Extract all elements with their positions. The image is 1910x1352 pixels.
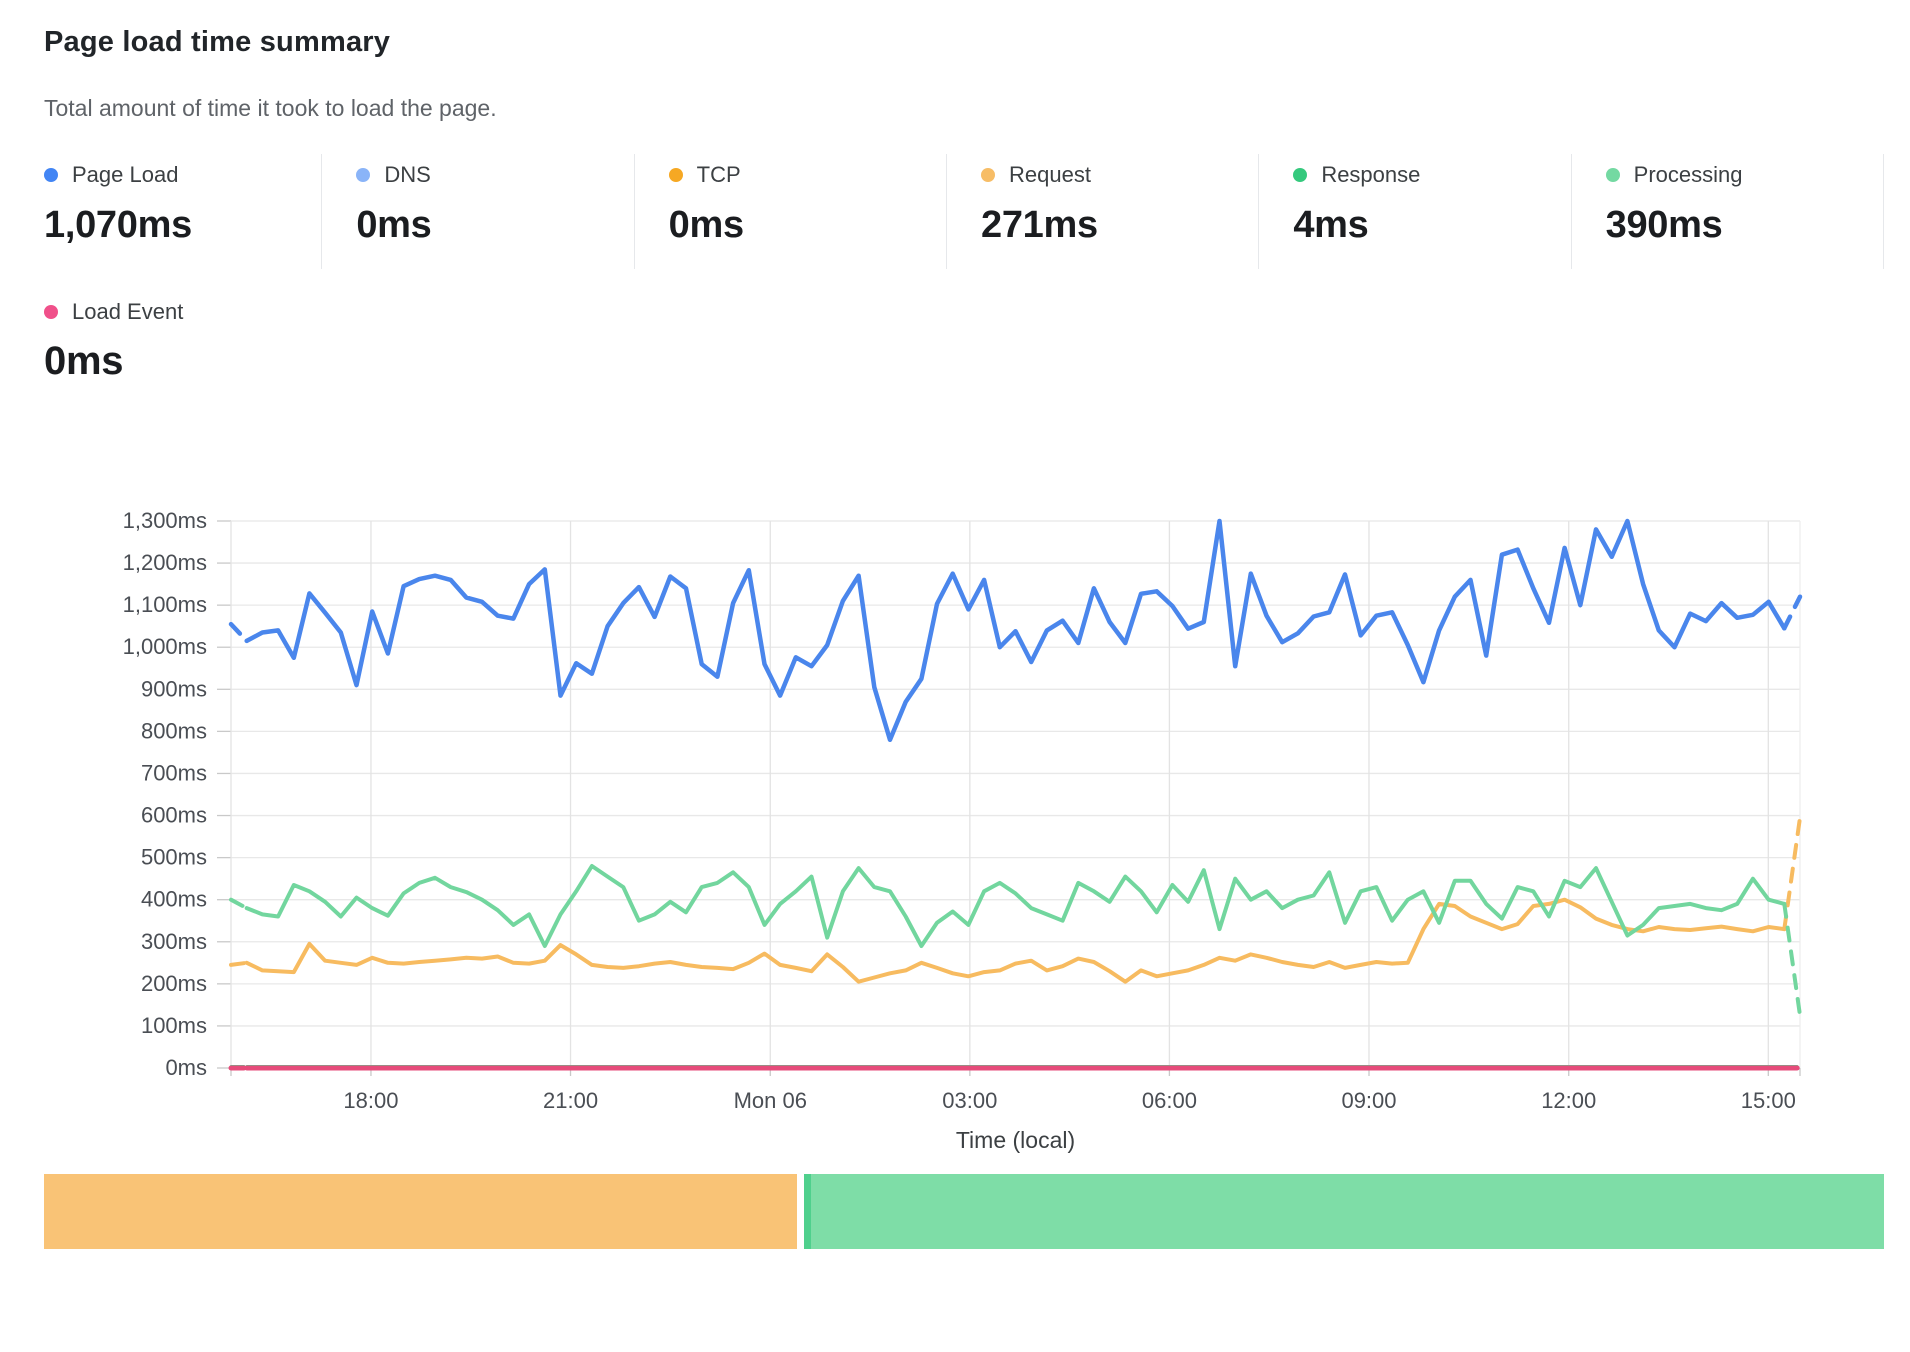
stat-label: Request bbox=[1009, 162, 1091, 188]
stat-value: 0ms bbox=[356, 204, 633, 247]
stat-label: TCP bbox=[697, 162, 741, 188]
y-tick-label: 800ms bbox=[141, 718, 207, 743]
series-processing-line bbox=[231, 866, 1800, 1015]
x-axis-title: Time (local) bbox=[956, 1127, 1075, 1153]
stat-label: Response bbox=[1321, 162, 1420, 188]
y-tick-label: 500ms bbox=[141, 845, 207, 870]
y-tick-label: 900ms bbox=[141, 676, 207, 701]
stat-value: 271ms bbox=[981, 204, 1258, 247]
stat-label: Load Event bbox=[72, 299, 183, 325]
x-tick-label: 18:00 bbox=[343, 1088, 398, 1113]
stat-label: Page Load bbox=[72, 162, 178, 188]
response-dot-icon bbox=[1293, 168, 1307, 182]
stat-processing[interactable]: Processing 390ms bbox=[1572, 154, 1884, 269]
status-timeline-bar[interactable] bbox=[44, 1174, 1884, 1249]
ok-sliver-segment[interactable] bbox=[804, 1174, 811, 1249]
request-dot-icon bbox=[981, 168, 995, 182]
x-tick-label: 09:00 bbox=[1341, 1088, 1396, 1113]
load-event-dot-icon bbox=[44, 305, 58, 319]
stat-label: DNS bbox=[384, 162, 430, 188]
stat-page-load[interactable]: Page Load 1,070ms bbox=[44, 154, 322, 269]
stat-response[interactable]: Response 4ms bbox=[1259, 154, 1571, 269]
y-tick-label: 0ms bbox=[165, 1055, 207, 1080]
dns-dot-icon bbox=[356, 168, 370, 182]
stat-tcp[interactable]: TCP 0ms bbox=[635, 154, 947, 269]
stat-value: 0ms bbox=[669, 204, 946, 247]
x-tick-label: 12:00 bbox=[1541, 1088, 1596, 1113]
x-tick-label: 21:00 bbox=[543, 1088, 598, 1113]
stat-value: 0ms bbox=[44, 339, 1884, 384]
tcp-dot-icon bbox=[669, 168, 683, 182]
series-page-load-line bbox=[231, 521, 1800, 740]
stat-label: Processing bbox=[1634, 162, 1743, 188]
page-subtitle: Total amount of time it took to load the… bbox=[44, 95, 1884, 122]
metric-summary-row: Page Load 1,070ms DNS 0ms TCP 0ms Reques… bbox=[44, 154, 1884, 269]
stat-load-event[interactable]: Load Event 0ms bbox=[44, 299, 1884, 384]
page: Page load time summary Total amount of t… bbox=[0, 0, 1910, 1249]
stat-value: 1,070ms bbox=[44, 204, 321, 247]
page-load-time-chart[interactable]: 0ms 100ms 200ms 300ms 400ms 500ms 600ms 700ms 80… bbox=[44, 390, 1884, 1160]
stat-value: 390ms bbox=[1606, 204, 1883, 247]
processing-dot-icon bbox=[1606, 168, 1620, 182]
page-load-dot-icon bbox=[44, 168, 58, 182]
x-tick-label: 03:00 bbox=[942, 1088, 997, 1113]
y-tick-label: 1,000ms bbox=[123, 634, 207, 659]
y-tick-label: 100ms bbox=[141, 1013, 207, 1038]
x-tick-label: 15:00 bbox=[1741, 1088, 1796, 1113]
x-tick-label: 06:00 bbox=[1142, 1088, 1197, 1113]
warning-segment[interactable] bbox=[44, 1174, 797, 1249]
stat-dns[interactable]: DNS 0ms bbox=[322, 154, 634, 269]
x-tick-label: Mon 06 bbox=[734, 1088, 807, 1113]
y-tick-label: 600ms bbox=[141, 803, 207, 828]
y-tick-label: 1,200ms bbox=[123, 550, 207, 575]
y-tick-label: 1,100ms bbox=[123, 592, 207, 617]
y-tick-label: 400ms bbox=[141, 887, 207, 912]
page-title: Page load time summary bbox=[44, 26, 1884, 59]
y-tick-label: 300ms bbox=[141, 929, 207, 954]
y-tick-label: 200ms bbox=[141, 971, 207, 996]
stat-request[interactable]: Request 271ms bbox=[947, 154, 1259, 269]
ok-segment[interactable] bbox=[811, 1174, 1884, 1249]
y-tick-label: 700ms bbox=[141, 760, 207, 785]
y-tick-label: 1,300ms bbox=[123, 508, 207, 533]
gap-segment[interactable] bbox=[797, 1174, 804, 1249]
stat-value: 4ms bbox=[1293, 204, 1570, 247]
